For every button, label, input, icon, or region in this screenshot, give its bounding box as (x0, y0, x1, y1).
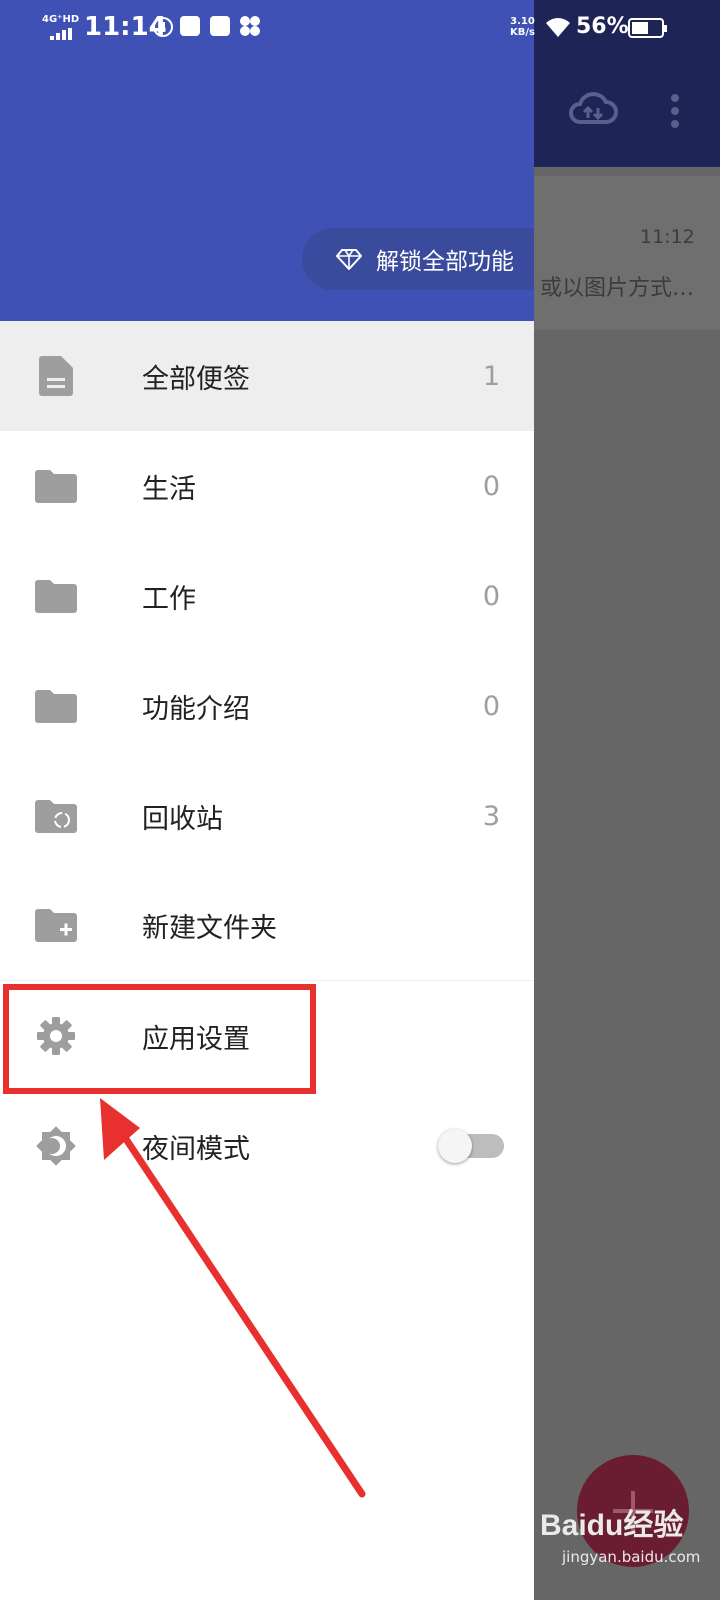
baidu-watermark: Baidu经验 jingyan.baidu.com (540, 1500, 700, 1566)
annotation-arrow (100, 1098, 366, 1498)
watermark-logo: Baidu经验 (540, 1509, 684, 1542)
watermark-site: jingyan.baidu.com (562, 1548, 701, 1566)
